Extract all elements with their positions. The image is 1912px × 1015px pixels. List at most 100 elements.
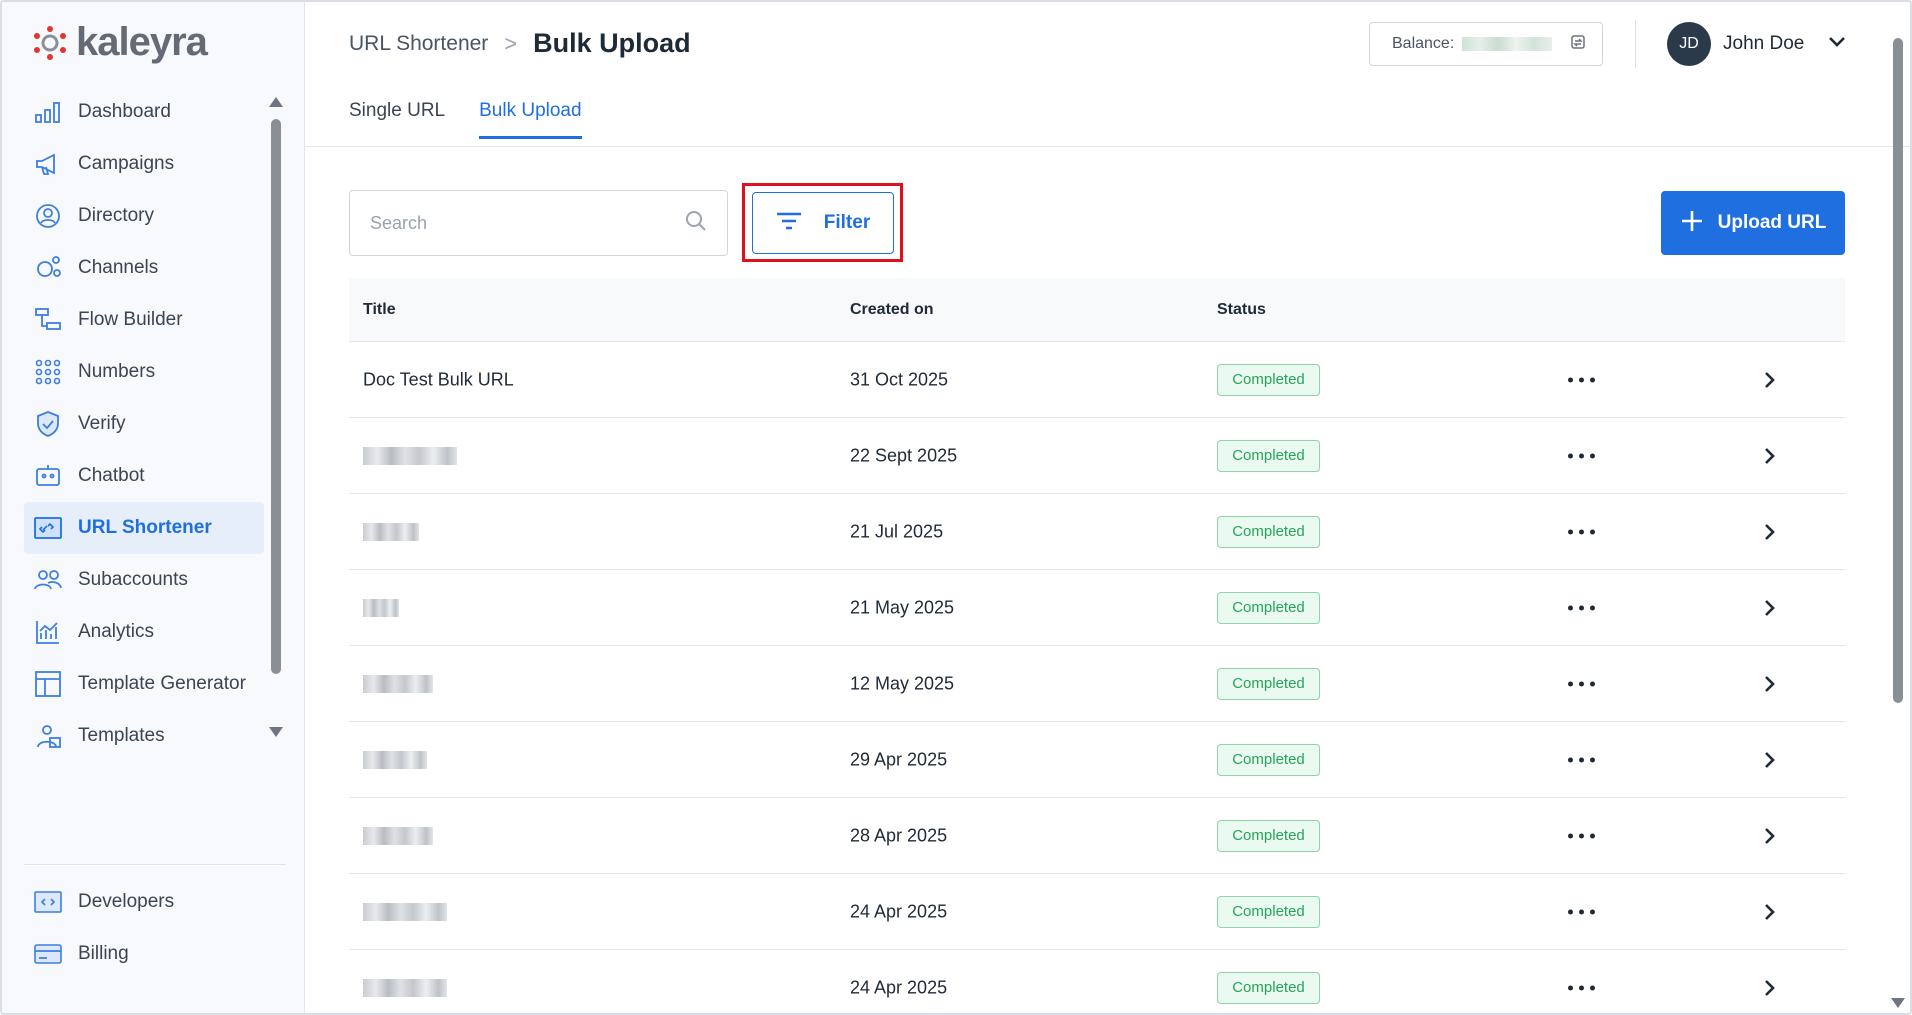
chevron-right-icon[interactable]: [1763, 598, 1777, 618]
sidebar-item-label: Subaccounts: [78, 569, 188, 590]
sidebar-item-developers[interactable]: Developers: [24, 876, 264, 928]
table-row[interactable]: Doc Test Bulk URL 31 Oct 2025 Completed: [349, 342, 1845, 418]
table-row[interactable]: 24 Apr 2025 Completed: [349, 950, 1845, 1013]
row-title: Doc Test Bulk URL: [363, 369, 514, 389]
bot-icon: [34, 462, 62, 490]
breadcrumb-parent-link[interactable]: URL Shortener: [349, 32, 488, 56]
filter-button[interactable]: Filter: [752, 192, 894, 254]
sidebar-item-templates[interactable]: Templates: [24, 710, 264, 762]
sidebar-item-verify[interactable]: Verify: [24, 398, 264, 450]
row-title-redacted: [363, 902, 447, 921]
status-badge: Completed: [1217, 743, 1320, 776]
sidebar-item-label: Billing: [78, 943, 129, 964]
sidebar-item-dashboard[interactable]: Dashboard: [24, 86, 264, 138]
scrollbar-thumb[interactable]: [271, 119, 281, 674]
table-row[interactable]: 24 Apr 2025 Completed: [349, 874, 1845, 950]
more-options-icon[interactable]: [1568, 453, 1595, 458]
sidebar-item-label: URL Shortener: [78, 517, 212, 538]
row-created-on: 31 Oct 2025: [850, 369, 949, 389]
chevron-right-icon[interactable]: [1763, 750, 1777, 770]
sidebar: kaleyra Dashboard Campaigns Directory Ch…: [2, 2, 305, 1013]
sidebar-item-label: Directory: [78, 205, 155, 226]
user-menu[interactable]: JD John Doe: [1667, 22, 1846, 66]
chevron-right-icon[interactable]: [1763, 522, 1777, 542]
app-window: kaleyra Dashboard Campaigns Directory Ch…: [0, 0, 1912, 1015]
chevron-right-icon[interactable]: [1763, 446, 1777, 466]
balance-label: Balance:: [1392, 35, 1455, 52]
row-created-on: 12 May 2025: [850, 673, 955, 693]
scrollbar-thumb[interactable]: [1893, 38, 1903, 703]
upload-url-button[interactable]: Upload URL: [1661, 191, 1845, 255]
sidebar-item-directory[interactable]: Directory: [24, 190, 264, 242]
table-row[interactable]: 28 Apr 2025 Completed: [349, 798, 1845, 874]
more-options-icon[interactable]: [1568, 985, 1595, 990]
more-options-icon[interactable]: [1568, 529, 1595, 534]
more-options-icon[interactable]: [1568, 833, 1595, 838]
sidebar-item-analytics[interactable]: Analytics: [24, 606, 264, 658]
table-row[interactable]: 21 Jul 2025 Completed: [349, 494, 1845, 570]
chevron-down-icon[interactable]: [1828, 35, 1846, 53]
row-created-on: 24 Apr 2025: [850, 977, 948, 997]
tab-single-url[interactable]: Single URL: [349, 100, 445, 139]
more-options-icon[interactable]: [1568, 909, 1595, 914]
users-icon: [34, 566, 62, 594]
main-content: URL Shortener > Bulk Upload Balance: JD …: [305, 2, 1910, 1013]
scroll-up-arrow-icon[interactable]: [269, 97, 283, 107]
balance-value-redacted: [1462, 37, 1553, 51]
sidebar-item-label: Templates: [78, 725, 165, 746]
status-badge: Completed: [1217, 819, 1320, 852]
chevron-right-icon[interactable]: [1763, 826, 1777, 846]
row-created-on: 24 Apr 2025: [850, 901, 948, 921]
sidebar-item-billing[interactable]: Billing: [24, 928, 264, 980]
more-options-icon[interactable]: [1568, 377, 1595, 382]
scroll-down-arrow-icon[interactable]: [1891, 998, 1905, 1008]
logo[interactable]: kaleyra: [32, 20, 208, 65]
balance-widget[interactable]: Balance:: [1369, 22, 1603, 66]
filter-icon: [776, 211, 802, 236]
table-row[interactable]: 22 Sept 2025 Completed: [349, 418, 1845, 494]
sidebar-divider: [24, 864, 286, 865]
search-icon: [685, 210, 707, 237]
page-scrollbar[interactable]: [1891, 38, 1905, 1008]
analytics-icon: [34, 618, 62, 646]
filter-label: Filter: [823, 212, 871, 233]
sidebar-item-subaccounts[interactable]: Subaccounts: [24, 554, 264, 606]
layout-icon: [34, 670, 62, 698]
table-row[interactable]: 29 Apr 2025 Completed: [349, 722, 1845, 798]
table-row[interactable]: 21 May 2025 Completed: [349, 570, 1845, 646]
sidebar-item-channels[interactable]: Channels: [24, 242, 264, 294]
row-created-on: 22 Sept 2025: [850, 445, 958, 465]
sidebar-item-numbers[interactable]: Numbers: [24, 346, 264, 398]
chevron-right-icon[interactable]: [1763, 902, 1777, 922]
row-created-on: 28 Apr 2025: [850, 825, 948, 845]
search-input[interactable]: Search: [349, 190, 728, 256]
code-icon: [34, 888, 62, 916]
contact-icon: [34, 202, 62, 230]
header-divider: [1635, 20, 1636, 68]
table-row[interactable]: 12 May 2025 Completed: [349, 646, 1845, 722]
refresh-icon[interactable]: [1570, 34, 1586, 55]
chevron-right-icon[interactable]: [1763, 674, 1777, 694]
sidebar-item-url-shortener[interactable]: URL Shortener: [24, 502, 264, 554]
sidebar-item-label: Channels: [78, 257, 159, 278]
row-title-redacted: [363, 446, 457, 465]
sidebar-item-label: Verify: [78, 413, 126, 434]
sidebar-item-flow-builder[interactable]: Flow Builder: [24, 294, 264, 346]
sidebar-item-template-generator[interactable]: Template Generator: [24, 658, 264, 710]
sidebar-item-campaigns[interactable]: Campaigns: [24, 138, 264, 190]
chevron-right-icon[interactable]: [1763, 370, 1777, 390]
bar-chart-icon: [34, 98, 62, 126]
chevron-right-icon[interactable]: [1763, 978, 1777, 998]
sidebar-scrollbar[interactable]: [269, 97, 283, 737]
tab-bulk-upload[interactable]: Bulk Upload: [479, 100, 582, 139]
row-title-redacted: [363, 750, 427, 769]
more-options-icon[interactable]: [1568, 605, 1595, 610]
more-options-icon[interactable]: [1568, 757, 1595, 762]
scroll-down-arrow-icon[interactable]: [269, 727, 283, 737]
sidebar-item-label: Campaigns: [78, 153, 175, 174]
row-title-redacted: [363, 674, 433, 693]
more-options-icon[interactable]: [1568, 681, 1595, 686]
status-badge: Completed: [1217, 667, 1320, 700]
status-badge: Completed: [1217, 439, 1320, 472]
sidebar-item-chatbot[interactable]: Chatbot: [24, 450, 264, 502]
